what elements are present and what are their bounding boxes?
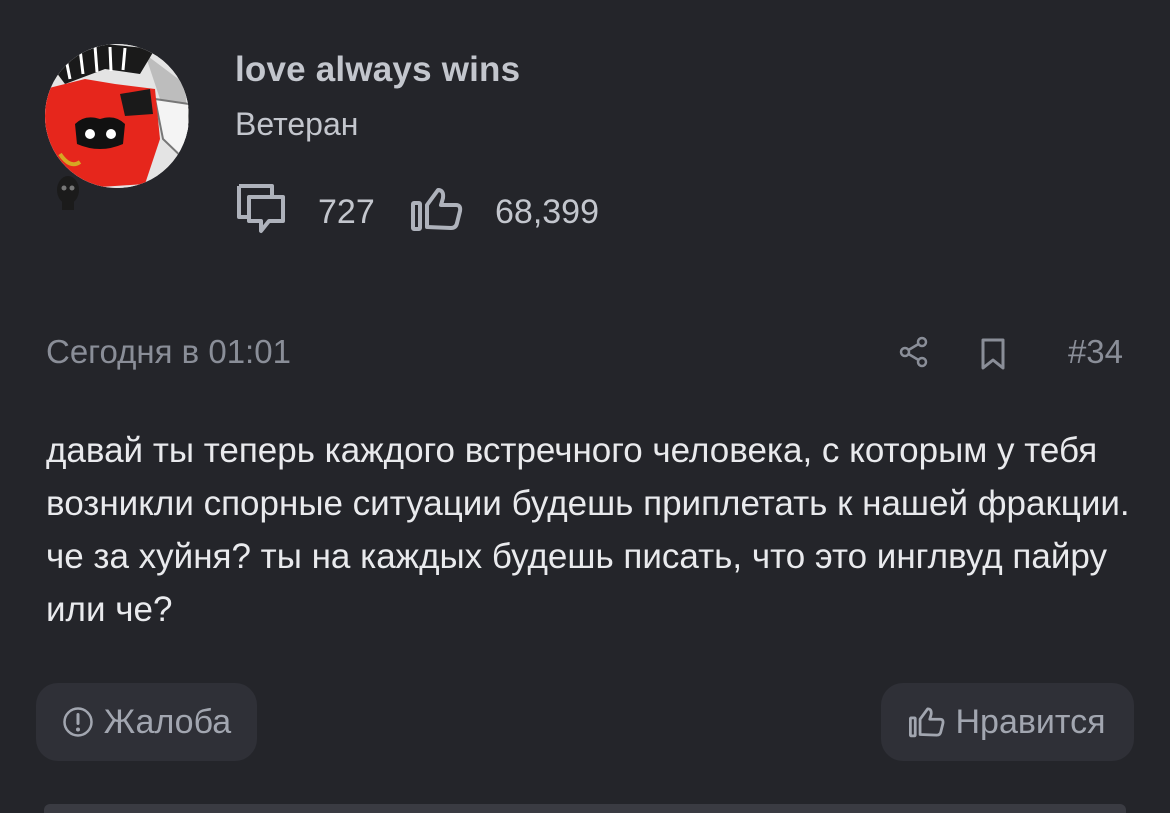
skull-mask-icon [57, 176, 79, 210]
forum-post: love always wins Ветеран 727 68,399 Сего… [0, 0, 1170, 813]
next-post-edge [44, 804, 1126, 813]
share-icon[interactable] [898, 336, 930, 368]
report-label: Жалоба [103, 702, 232, 741]
post-timestamp[interactable]: Сегодня в 01:01 [46, 333, 291, 371]
user-avatar[interactable] [45, 44, 189, 188]
exclamation-circle-icon [63, 707, 93, 737]
post-number[interactable]: #34 [1068, 333, 1123, 371]
user-rank: Ветеран [235, 106, 359, 142]
speech-bubbles-icon [237, 184, 285, 233]
thumbs-up-icon [411, 188, 463, 231]
username[interactable]: love always wins [235, 50, 520, 90]
bookmark-icon[interactable] [980, 338, 1006, 370]
messages-count: 727 [318, 193, 375, 231]
report-button[interactable]: Жалоба [36, 683, 257, 761]
likes-count: 68,399 [495, 193, 599, 231]
like-button[interactable]: Нравится [881, 683, 1134, 761]
post-message: давай ты теперь каждого встречного челов… [46, 431, 1130, 629]
thumbs-up-icon [909, 707, 945, 738]
like-label: Нравится [955, 702, 1106, 741]
